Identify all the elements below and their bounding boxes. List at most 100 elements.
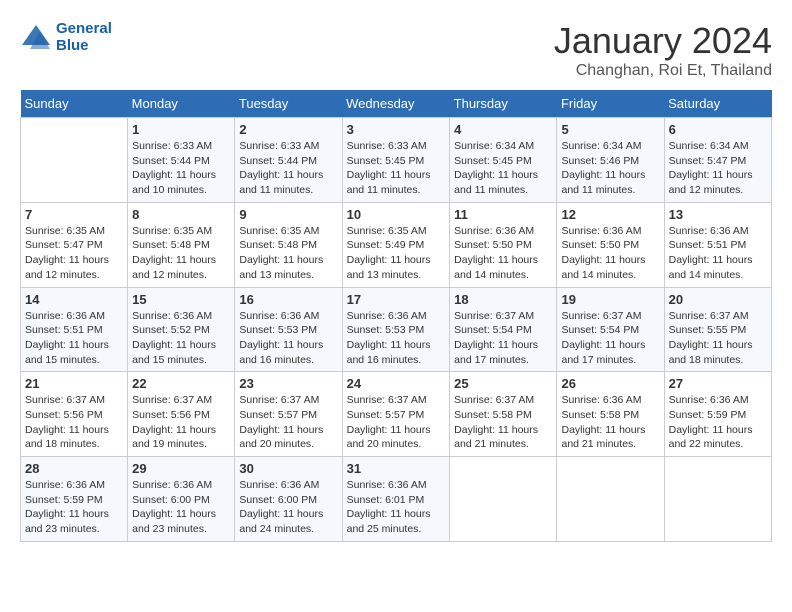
day-info: Sunrise: 6:36 AM Sunset: 6:00 PM Dayligh…	[132, 478, 230, 537]
day-number: 9	[239, 207, 337, 222]
day-info: Sunrise: 6:36 AM Sunset: 5:50 PM Dayligh…	[454, 224, 552, 283]
day-number: 28	[25, 461, 123, 476]
day-info: Sunrise: 6:37 AM Sunset: 5:55 PM Dayligh…	[669, 309, 767, 368]
logo-icon	[20, 23, 52, 51]
day-number: 29	[132, 461, 230, 476]
day-info: Sunrise: 6:33 AM Sunset: 5:44 PM Dayligh…	[132, 139, 230, 198]
day-number: 14	[25, 292, 123, 307]
day-number: 1	[132, 122, 230, 137]
day-info: Sunrise: 6:36 AM Sunset: 5:51 PM Dayligh…	[669, 224, 767, 283]
month-title: January 2024	[554, 20, 772, 62]
day-number: 26	[561, 376, 659, 391]
calendar-cell: 4 Sunrise: 6:34 AM Sunset: 5:45 PM Daylig…	[450, 118, 557, 203]
day-info: Sunrise: 6:37 AM Sunset: 5:58 PM Dayligh…	[454, 393, 552, 452]
day-number: 31	[347, 461, 446, 476]
logo: General Blue	[20, 20, 112, 54]
calendar-cell: 20Sunrise: 6:37 AM Sunset: 5:55 PM Dayli…	[664, 287, 771, 372]
day-number: 23	[239, 376, 337, 391]
calendar-week: 14 Sunrise: 6:36 AM Sunset: 5:51 PM Dayli…	[21, 287, 772, 372]
day-info: Sunrise: 6:36 AM Sunset: 5:59 PM Dayligh…	[25, 478, 123, 537]
calendar-cell: 9 Sunrise: 6:35 AM Sunset: 5:48 PM Daylig…	[235, 202, 342, 287]
calendar-cell: 5 Sunrise: 6:34 AM Sunset: 5:46 PM Daylig…	[557, 118, 664, 203]
day-number: 5	[561, 122, 659, 137]
weekday-header: Sunday	[21, 90, 128, 118]
day-number: 12	[561, 207, 659, 222]
calendar-cell: 23 Sunrise: 6:37 AM Sunset: 5:57 PM Dayli…	[235, 372, 342, 457]
calendar-cell: 10 Sunrise: 6:35 AM Sunset: 5:49 PM Dayli…	[342, 202, 450, 287]
day-number: 16	[239, 292, 337, 307]
calendar-week: 21Sunrise: 6:37 AM Sunset: 5:56 PM Dayli…	[21, 372, 772, 457]
page-header: General Blue January 2024 Changhan, Roi …	[20, 20, 772, 80]
calendar-cell: 12Sunrise: 6:36 AM Sunset: 5:50 PM Dayli…	[557, 202, 664, 287]
calendar-cell: 6 Sunrise: 6:34 AM Sunset: 5:47 PM Daylig…	[664, 118, 771, 203]
day-number: 7	[25, 207, 123, 222]
day-info: Sunrise: 6:36 AM Sunset: 5:58 PM Dayligh…	[561, 393, 659, 452]
calendar-cell: 1 Sunrise: 6:33 AM Sunset: 5:44 PM Daylig…	[128, 118, 235, 203]
weekday-header: Friday	[557, 90, 664, 118]
calendar-cell: 13 Sunrise: 6:36 AM Sunset: 5:51 PM Dayli…	[664, 202, 771, 287]
calendar-cell: 11Sunrise: 6:36 AM Sunset: 5:50 PM Dayli…	[450, 202, 557, 287]
day-number: 4	[454, 122, 552, 137]
weekday-header: Tuesday	[235, 90, 342, 118]
location-title: Changhan, Roi Et, Thailand	[554, 62, 772, 80]
calendar-cell: 14 Sunrise: 6:36 AM Sunset: 5:51 PM Dayli…	[21, 287, 128, 372]
weekday-header: Monday	[128, 90, 235, 118]
day-info: Sunrise: 6:34 AM Sunset: 5:45 PM Dayligh…	[454, 139, 552, 198]
calendar-week: 1 Sunrise: 6:33 AM Sunset: 5:44 PM Daylig…	[21, 118, 772, 203]
day-info: Sunrise: 6:36 AM Sunset: 5:52 PM Dayligh…	[132, 309, 230, 368]
calendar-cell: 25 Sunrise: 6:37 AM Sunset: 5:58 PM Dayli…	[450, 372, 557, 457]
calendar-cell: 27Sunrise: 6:36 AM Sunset: 5:59 PM Dayli…	[664, 372, 771, 457]
calendar-cell: 15 Sunrise: 6:36 AM Sunset: 5:52 PM Dayli…	[128, 287, 235, 372]
day-info: Sunrise: 6:34 AM Sunset: 5:46 PM Dayligh…	[561, 139, 659, 198]
calendar-cell	[557, 457, 664, 542]
day-number: 8	[132, 207, 230, 222]
day-info: Sunrise: 6:34 AM Sunset: 5:47 PM Dayligh…	[669, 139, 767, 198]
day-info: Sunrise: 6:36 AM Sunset: 5:51 PM Dayligh…	[25, 309, 123, 368]
calendar-cell: 7 Sunrise: 6:35 AM Sunset: 5:47 PM Daylig…	[21, 202, 128, 287]
calendar-cell	[664, 457, 771, 542]
calendar-cell: 16 Sunrise: 6:36 AM Sunset: 5:53 PM Dayli…	[235, 287, 342, 372]
calendar-body: 1 Sunrise: 6:33 AM Sunset: 5:44 PM Daylig…	[21, 118, 772, 542]
weekday-header: Thursday	[450, 90, 557, 118]
calendar-cell: 8Sunrise: 6:35 AM Sunset: 5:48 PM Daylig…	[128, 202, 235, 287]
day-number: 19	[561, 292, 659, 307]
day-info: Sunrise: 6:36 AM Sunset: 6:00 PM Dayligh…	[239, 478, 337, 537]
day-info: Sunrise: 6:37 AM Sunset: 5:57 PM Dayligh…	[239, 393, 337, 452]
day-number: 3	[347, 122, 446, 137]
day-info: Sunrise: 6:35 AM Sunset: 5:48 PM Dayligh…	[239, 224, 337, 283]
calendar-cell: 28 Sunrise: 6:36 AM Sunset: 5:59 PM Dayli…	[21, 457, 128, 542]
calendar-week: 7 Sunrise: 6:35 AM Sunset: 5:47 PM Daylig…	[21, 202, 772, 287]
weekday-header: Wednesday	[342, 90, 450, 118]
day-info: Sunrise: 6:37 AM Sunset: 5:57 PM Dayligh…	[347, 393, 446, 452]
calendar-cell: 26 Sunrise: 6:36 AM Sunset: 5:58 PM Dayli…	[557, 372, 664, 457]
calendar-cell: 24Sunrise: 6:37 AM Sunset: 5:57 PM Dayli…	[342, 372, 450, 457]
day-number: 10	[347, 207, 446, 222]
day-info: Sunrise: 6:35 AM Sunset: 5:49 PM Dayligh…	[347, 224, 446, 283]
day-number: 13	[669, 207, 767, 222]
day-number: 17	[347, 292, 446, 307]
day-info: Sunrise: 6:36 AM Sunset: 5:53 PM Dayligh…	[239, 309, 337, 368]
calendar-table: SundayMondayTuesdayWednesdayThursdayFrid…	[20, 90, 772, 542]
calendar-header: SundayMondayTuesdayWednesdayThursdayFrid…	[21, 90, 772, 118]
day-number: 2	[239, 122, 337, 137]
day-number: 18	[454, 292, 552, 307]
day-info: Sunrise: 6:36 AM Sunset: 5:53 PM Dayligh…	[347, 309, 446, 368]
day-info: Sunrise: 6:37 AM Sunset: 5:56 PM Dayligh…	[25, 393, 123, 452]
day-number: 30	[239, 461, 337, 476]
day-number: 6	[669, 122, 767, 137]
day-number: 22	[132, 376, 230, 391]
day-info: Sunrise: 6:37 AM Sunset: 5:56 PM Dayligh…	[132, 393, 230, 452]
day-info: Sunrise: 6:35 AM Sunset: 5:47 PM Dayligh…	[25, 224, 123, 283]
day-number: 15	[132, 292, 230, 307]
calendar-cell: 21Sunrise: 6:37 AM Sunset: 5:56 PM Dayli…	[21, 372, 128, 457]
day-info: Sunrise: 6:37 AM Sunset: 5:54 PM Dayligh…	[561, 309, 659, 368]
calendar-cell: 30 Sunrise: 6:36 AM Sunset: 6:00 PM Dayli…	[235, 457, 342, 542]
title-block: January 2024 Changhan, Roi Et, Thailand	[554, 20, 772, 80]
day-info: Sunrise: 6:36 AM Sunset: 6:01 PM Dayligh…	[347, 478, 446, 537]
calendar-cell: 17 Sunrise: 6:36 AM Sunset: 5:53 PM Dayli…	[342, 287, 450, 372]
day-info: Sunrise: 6:33 AM Sunset: 5:44 PM Dayligh…	[239, 139, 337, 198]
calendar-cell	[21, 118, 128, 203]
day-number: 25	[454, 376, 552, 391]
calendar-cell: 2 Sunrise: 6:33 AM Sunset: 5:44 PM Daylig…	[235, 118, 342, 203]
calendar-cell	[450, 457, 557, 542]
